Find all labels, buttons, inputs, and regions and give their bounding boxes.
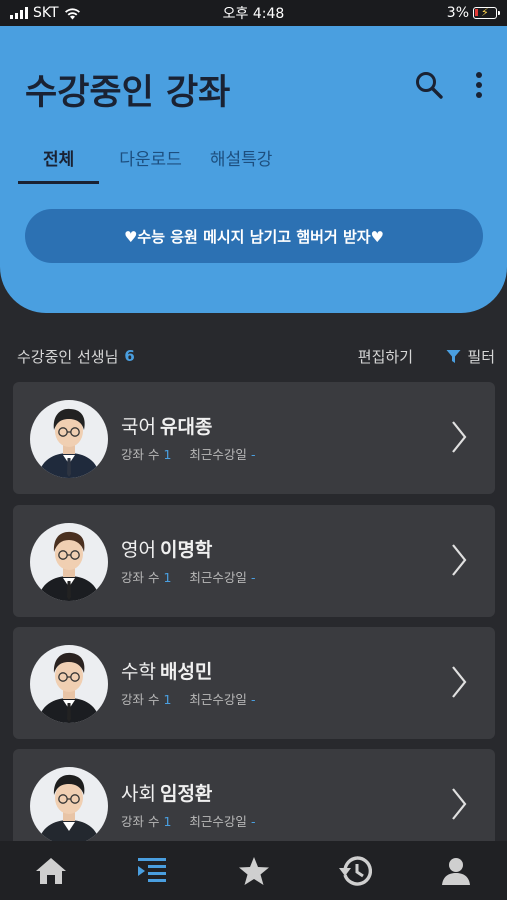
subject-label: 사회 xyxy=(121,783,156,805)
bottom-tab-bar xyxy=(0,841,507,900)
recent-label: 최근수강일 xyxy=(189,692,247,707)
tab-favorites[interactable] xyxy=(203,841,304,900)
star-icon xyxy=(238,856,269,885)
chevron-right-icon xyxy=(452,788,467,820)
profile-icon xyxy=(442,857,471,885)
teacher-title: 사회 임정환 xyxy=(121,779,212,806)
course-count-label: 강좌 수 xyxy=(121,814,160,829)
search-icon xyxy=(416,72,443,99)
status-bar: SKT 오후 4:48 3% ⚡ xyxy=(0,0,507,26)
edit-button[interactable]: 편집하기 xyxy=(358,346,413,367)
teacher-name: 배성민 xyxy=(159,661,213,683)
wifi-icon xyxy=(64,7,80,19)
recent-value: - xyxy=(250,570,256,585)
recent-label: 최근수강일 xyxy=(189,570,247,585)
search-button[interactable] xyxy=(412,68,446,102)
tab-strip: 전체 다운로드 해설특강 xyxy=(18,140,300,184)
course-count-value: 1 xyxy=(163,447,172,462)
teacher-avatar xyxy=(30,523,108,601)
tab-home[interactable] xyxy=(0,841,101,900)
charging-bolt-icon: ⚡ xyxy=(481,6,489,19)
recent-value: - xyxy=(250,814,256,829)
signal-icon xyxy=(10,7,28,19)
teacher-card[interactable]: 영어 이명학 강좌 수1 최근수강일 - xyxy=(13,505,495,617)
recent-label: 최근수강일 xyxy=(189,447,247,462)
teacher-count: 6 xyxy=(124,347,135,365)
teacher-count-label: 수강중인 선생님 xyxy=(17,347,119,366)
more-options-button[interactable] xyxy=(462,68,496,102)
page-title: 수강중인 강좌 xyxy=(25,73,231,113)
recent-value: - xyxy=(250,447,256,462)
history-icon xyxy=(338,855,372,886)
teacher-meta: 강좌 수1 최근수강일 - xyxy=(121,444,255,463)
subject-label: 수학 xyxy=(121,661,156,683)
filter-button[interactable]: 필터 xyxy=(446,346,495,367)
chevron-right-icon xyxy=(452,666,467,698)
teacher-name: 이명학 xyxy=(159,539,213,561)
course-list-icon xyxy=(138,857,167,882)
teacher-list-header: 수강중인 선생님 6 편집하기 필터 xyxy=(17,345,495,367)
status-left: SKT xyxy=(10,5,81,21)
teacher-title: 수학 배성민 xyxy=(121,657,212,684)
promo-banner-button[interactable]: ♥수능 응원 메시지 남기고 햄버거 받자♥ xyxy=(25,209,483,263)
battery-icon: ⚡ xyxy=(473,6,500,19)
tab-special-lectures[interactable]: 해설특강 xyxy=(210,140,273,184)
filter-label: 필터 xyxy=(467,347,495,366)
teacher-meta: 강좌 수1 최근수강일 - xyxy=(121,689,255,708)
course-count-value: 1 xyxy=(163,570,172,585)
tab-history[interactable] xyxy=(304,841,405,900)
teacher-name: 임정환 xyxy=(159,783,213,805)
teacher-meta: 강좌 수1 최근수강일 - xyxy=(121,811,255,830)
teacher-card[interactable]: 국어 유대종 강좌 수1 최근수강일 - xyxy=(13,382,495,494)
carrier-label: SKT xyxy=(33,5,59,21)
chevron-right-icon xyxy=(452,421,467,453)
status-right: 3% ⚡ xyxy=(446,5,500,21)
teacher-avatar xyxy=(30,400,108,478)
teacher-card[interactable]: 수학 배성민 강좌 수1 최근수강일 - xyxy=(13,627,495,739)
header-panel: 수강중인 강좌 전체 다운로드 해설특강 ♥수능 응원 메시지 남기고 햄버거 … xyxy=(0,26,507,313)
tab-all[interactable]: 전체 xyxy=(18,140,100,184)
teacher-meta: 강좌 수1 최근수강일 - xyxy=(121,567,255,586)
home-icon xyxy=(35,857,66,884)
tab-my-courses[interactable] xyxy=(101,841,202,900)
filter-icon xyxy=(446,349,461,363)
teacher-title: 영어 이명학 xyxy=(121,535,212,562)
chevron-right-icon xyxy=(452,544,467,576)
teacher-name: 유대종 xyxy=(159,416,213,438)
course-count-label: 강좌 수 xyxy=(121,692,160,707)
teacher-title: 국어 유대종 xyxy=(121,412,212,439)
recent-value: - xyxy=(250,692,256,707)
teacher-avatar xyxy=(30,767,108,845)
course-count-label: 강좌 수 xyxy=(121,570,160,585)
more-vertical-icon xyxy=(476,72,482,98)
subject-label: 국어 xyxy=(121,416,156,438)
recent-label: 최근수강일 xyxy=(189,814,247,829)
course-count-value: 1 xyxy=(163,814,172,829)
course-count-value: 1 xyxy=(163,692,172,707)
battery-percent: 3% xyxy=(446,5,469,21)
course-count-label: 강좌 수 xyxy=(121,447,160,462)
teacher-avatar xyxy=(30,645,108,723)
tab-downloads[interactable]: 다운로드 xyxy=(119,140,182,184)
tab-profile[interactable] xyxy=(406,841,507,900)
subject-label: 영어 xyxy=(121,539,156,561)
